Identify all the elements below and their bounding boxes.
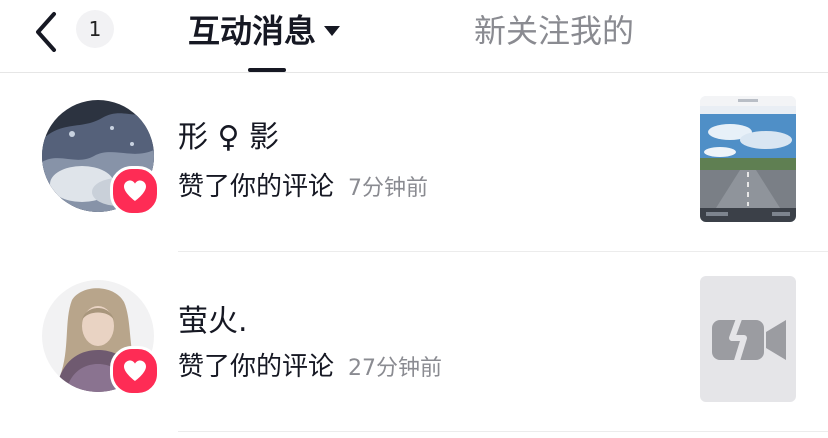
tab-interactions-label: 互动消息: [188, 12, 317, 50]
caret-down-icon: [324, 26, 341, 36]
road-photo: [700, 96, 796, 222]
top-bar: 1 互动消息 新关注我的: [0, 0, 828, 73]
timestamp: 7分钟前: [348, 176, 429, 201]
heart-icon: [124, 360, 146, 381]
post-thumbnail[interactable]: [700, 276, 796, 402]
tab-interactions[interactable]: 互动消息: [188, 4, 341, 54]
notification-text: 赞了你的评论 27分钟前: [178, 346, 442, 383]
notification-text: 赞了你的评论 7分钟前: [178, 166, 428, 203]
user-name[interactable]: 萤火.: [178, 296, 248, 340]
action-text: 赞了你的评论: [178, 352, 335, 382]
unread-count-badge[interactable]: 1: [76, 10, 114, 48]
notification-item[interactable]: 萤火. 赞了你的评论 27分钟前: [0, 252, 828, 432]
user-name[interactable]: 形 ♀ 影: [178, 112, 279, 156]
timestamp: 27分钟前: [348, 356, 443, 381]
chevron-left-icon: [36, 12, 56, 52]
post-thumbnail[interactable]: [700, 96, 796, 222]
row-divider: [178, 431, 828, 432]
notification-item[interactable]: 形 ♀ 影 赞了你的评论 7分钟前: [0, 72, 828, 252]
tab-new-followers[interactable]: 新关注我的: [474, 4, 634, 54]
heart-icon: [124, 180, 146, 201]
tab-new-followers-label: 新关注我的: [474, 12, 635, 50]
video-off-icon: [712, 313, 786, 367]
action-text: 赞了你的评论: [178, 172, 335, 202]
back-button[interactable]: [28, 8, 68, 52]
like-badge: [110, 346, 160, 396]
like-badge: [110, 166, 160, 216]
